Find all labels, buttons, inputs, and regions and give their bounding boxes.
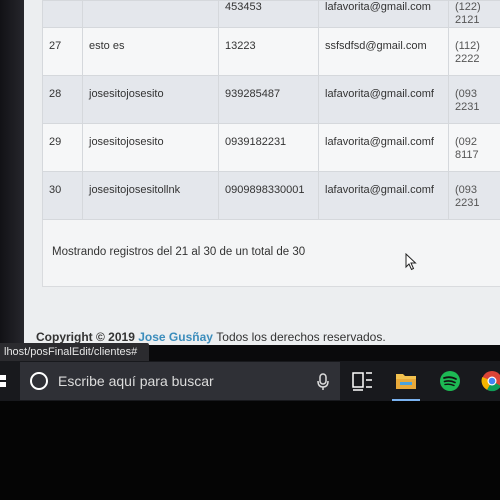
browser-page: 453453 lafavorita@gmail.com (122) 2121 27 est… (24, 0, 500, 345)
table-row: 453453 lafavorita@gmail.com (122) 2121 (42, 0, 500, 28)
phone-area-code: (093 (455, 184, 478, 196)
pagination-info: Mostrando registros del 21 al 30 de un t… (52, 246, 306, 258)
cell-name (82, 0, 219, 28)
desk-area (0, 401, 500, 500)
clients-table: 453453 lafavorita@gmail.com (122) 2121 27 est… (42, 0, 500, 220)
taskbar-search[interactable]: Escribe aquí para buscar (20, 362, 340, 400)
table-row: 29 josesitojosesito 0939182231 lafavorita@g… (42, 123, 500, 172)
phone-area-code: (122) (455, 1, 481, 13)
cell-phone: (092 8117 (448, 123, 500, 172)
mouse-cursor-icon (405, 253, 417, 271)
cell-ci: 13223 (218, 27, 319, 76)
cell-ci: 0939182231 (218, 123, 319, 172)
cell-email: lafavorita@gmail.comf (318, 171, 449, 220)
cell-phone: (112) 2222 (448, 27, 500, 76)
cell-id: 27 (42, 27, 83, 76)
file-explorer-icon[interactable] (386, 361, 426, 401)
phone-number: 8117 (455, 149, 479, 161)
rights-text: Todos los derechos reservados. (216, 330, 386, 344)
cell-phone: (122) 2121 (448, 0, 500, 28)
cell-name: josesitojosesito (82, 75, 219, 124)
search-placeholder: Escribe aquí para buscar (58, 373, 214, 389)
cell-id (42, 0, 83, 28)
cell-name: esto es (82, 27, 219, 76)
table-row: 30 josesitojosesitollnk 0909898330001 lafav… (42, 171, 500, 220)
phone-number: 2121 (455, 14, 480, 26)
cell-name: josesitojosesito (82, 123, 219, 172)
cell-email: ssfsdfsd@gmail.com (318, 27, 449, 76)
cell-ci: 0909898330001 (218, 171, 319, 220)
spotify-icon[interactable] (430, 361, 470, 401)
chrome-icon[interactable] (472, 361, 500, 401)
cell-email: lafavorita@gmail.comf (318, 123, 449, 172)
cell-name: josesitojosesitollnk (82, 171, 219, 220)
task-view-icon[interactable] (342, 361, 382, 401)
cell-phone: (093 2231 (448, 75, 500, 124)
cell-phone: (093 2231 (448, 171, 500, 220)
cell-email: lafavorita@gmail.comf (318, 75, 449, 124)
start-icon[interactable] (0, 371, 8, 391)
cell-ci: 939285487 (218, 75, 319, 124)
phone-area-code: (092 (455, 136, 478, 148)
page-footer: Copyright © 2019 Jose Gusñay Todos los d… (36, 330, 386, 344)
phone-area-code: (112) (455, 40, 480, 52)
copyright-text: Copyright © 2019 (36, 330, 135, 344)
phone-number: 2231 (455, 197, 480, 209)
table-row: 27 esto es 13223 ssfsdfsd@gmail.com (112) 222… (42, 27, 500, 76)
cortana-icon (30, 372, 48, 390)
screen-bezel (0, 0, 24, 345)
cell-email: lafavorita@gmail.com (318, 0, 449, 28)
cell-ci: 453453 (218, 0, 319, 28)
cell-id: 29 (42, 123, 83, 172)
taskbar: Escribe aquí para buscar (0, 361, 500, 401)
phone-number: 2222 (455, 53, 480, 65)
phone-number: 2231 (455, 101, 480, 113)
cell-id: 28 (42, 75, 83, 124)
microphone-icon[interactable] (316, 373, 330, 391)
phone-area-code: (093 (455, 88, 478, 100)
cell-id: 30 (42, 171, 83, 220)
author-link[interactable]: Jose Gusñay (138, 330, 213, 344)
table-row: 28 josesitojosesito 939285487 lafavorita@gm… (42, 75, 500, 124)
status-bar-url: lhost/posFinalEdit/clientes# (0, 343, 150, 361)
